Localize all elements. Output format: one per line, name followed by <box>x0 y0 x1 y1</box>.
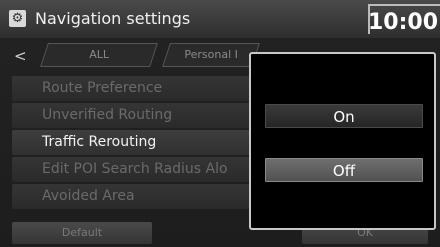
tab-all[interactable]: ALL <box>40 43 158 67</box>
settings-list: Route Preference Unverified Routing Traf… <box>12 76 250 211</box>
tab-all-label: ALL <box>89 48 110 61</box>
list-item-unverified-routing[interactable]: Unverified Routing <box>12 103 250 128</box>
default-button[interactable]: Default <box>12 222 152 244</box>
option-off-button[interactable]: Off <box>265 158 423 182</box>
clock-frame: 10:00 <box>367 4 440 35</box>
option-popup: On Off <box>249 52 436 230</box>
gear-icon: ⚙ <box>9 10 26 27</box>
option-on-button[interactable]: On <box>265 104 423 128</box>
navigation-settings-screen: ⚙ Navigation settings 10:00 < ALL Person… <box>0 0 440 247</box>
tab-personal-label: Personal I <box>184 48 238 61</box>
tab-personal[interactable]: Personal I <box>162 43 260 67</box>
list-item-route-preference[interactable]: Route Preference <box>12 76 250 101</box>
list-item-traffic-rerouting[interactable]: Traffic Rerouting <box>12 130 250 155</box>
clock-time: 10:00 <box>367 10 438 35</box>
list-item-avoided-area[interactable]: Avoided Area <box>12 184 250 209</box>
header-bar: ⚙ Navigation settings 10:00 <box>0 0 440 38</box>
list-item-edit-poi-search-radius[interactable]: Edit POI Search Radius Alo <box>12 157 250 182</box>
chevron-left-icon[interactable]: < <box>14 47 27 65</box>
page-title: Navigation settings <box>35 9 191 28</box>
